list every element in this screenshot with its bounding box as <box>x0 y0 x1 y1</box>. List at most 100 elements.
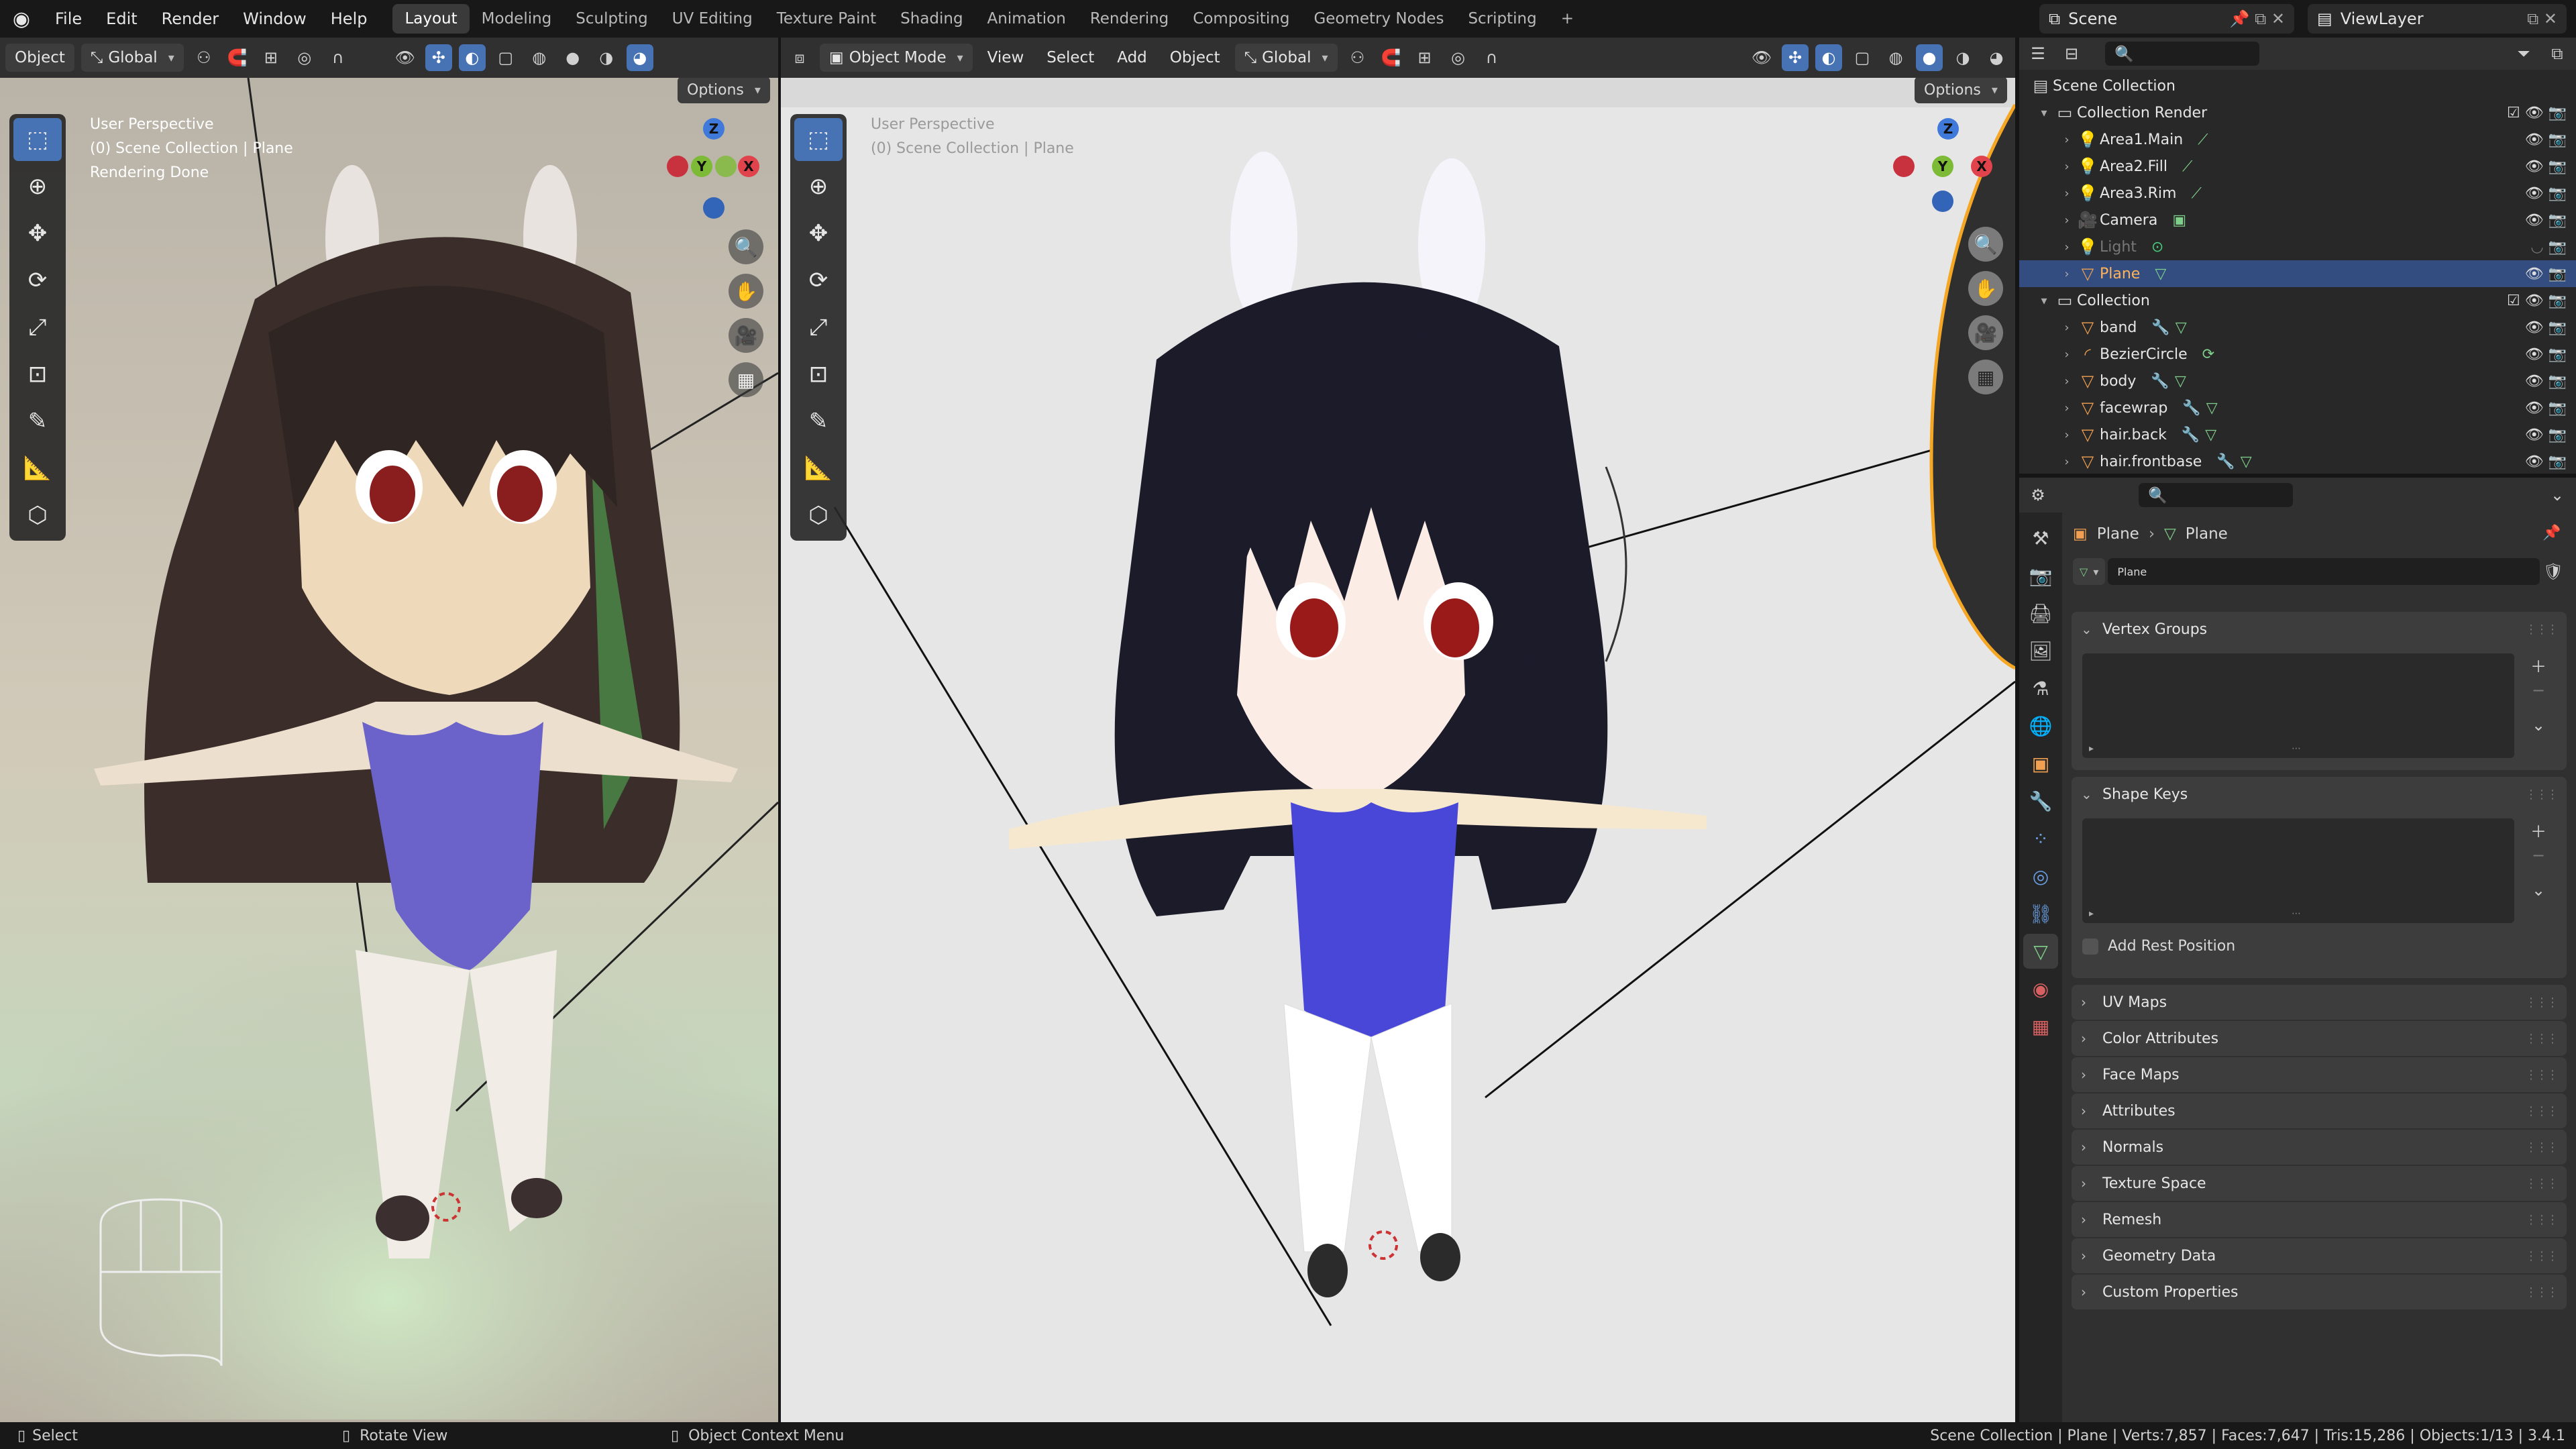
custom-properties-panel[interactable]: › Custom Properties ⋮⋮⋮ <box>2072 1275 2567 1309</box>
menu-edit[interactable]: Edit <box>94 0 149 38</box>
outliner-row-light[interactable]: › 💡 Light ⊙ ◡ 📷 <box>2019 233 2576 260</box>
tool-tab-icon[interactable]: ⚒ <box>2023 521 2058 555</box>
mesh-data-icon[interactable]: ▽ <box>2155 266 2166 282</box>
view-layer-name[interactable]: ViewLayer <box>2341 9 2424 28</box>
tab-geometry-nodes[interactable]: Geometry Nodes <box>1301 4 1456 34</box>
scale-tool-icon[interactable]: ⤢ <box>794 306 843 349</box>
new-collection-icon[interactable]: ⧉ <box>2544 40 2571 67</box>
object-tab-icon[interactable]: ▣ <box>2023 746 2058 781</box>
left-orientation-dropdown[interactable]: ⤡ Global <box>80 44 184 72</box>
list-expand-icon[interactable]: ▸ <box>2089 908 2094 919</box>
transform-tool-icon[interactable]: ⊡ <box>794 353 843 396</box>
scale-tool-icon[interactable]: ⤢ <box>13 306 62 349</box>
row-toggles[interactable]: 👁 📷 <box>2525 212 2567 229</box>
mesh-data-icon[interactable]: ▽ <box>2176 319 2187 336</box>
mesh-data-icon[interactable]: ▽ <box>2241 453 2252 470</box>
annotate-tool-icon[interactable]: ✎ <box>794 400 843 443</box>
tab-compositing[interactable]: Compositing <box>1181 4 1301 34</box>
outliner-row-hair-back[interactable]: › ▽ hair.back 🔧 ▽ 👁 📷 <box>2019 421 2576 448</box>
tab-rendering[interactable]: Rendering <box>1078 4 1181 34</box>
data-tab-icon[interactable]: ▽ <box>2023 934 2058 969</box>
add-icon[interactable]: ＋ <box>2530 818 2546 842</box>
solid-shading-icon[interactable]: ● <box>559 44 586 71</box>
particles-tab-icon[interactable]: ⁘ <box>2023 821 2058 856</box>
cursor-tool-icon[interactable]: ⊕ <box>794 165 843 208</box>
modifier-tab-icon[interactable]: 🔧 <box>2023 784 2058 818</box>
remove-icon[interactable]: − <box>2532 681 2545 700</box>
right-navigation-gizmo[interactable]: Z Y X <box>1892 115 1999 223</box>
remove-icon[interactable]: − <box>2532 846 2545 865</box>
annotate-tool-icon[interactable]: ✎ <box>13 400 62 443</box>
x-axis-icon[interactable]: X <box>738 156 759 177</box>
shape-keys-header[interactable]: ⌄ Shape Keys ⋮⋮⋮ <box>2072 777 2567 812</box>
outliner-row-body[interactable]: › ▽ body 🔧 ▽ 👁 📷 <box>2019 368 2576 394</box>
row-toggles[interactable]: 👁 📷 <box>2525 400 2567 417</box>
xray-icon[interactable]: ▢ <box>492 44 519 71</box>
outliner-row-beziercircle[interactable]: › ◜ BezierCircle ⟳ 👁 📷 <box>2019 341 2576 368</box>
chevron-down-icon[interactable]: ⌄ <box>2544 482 2571 508</box>
row-toggles[interactable]: 👁 📷 <box>2525 373 2567 390</box>
editor-type-icon[interactable]: ⚙ <box>2025 482 2051 508</box>
expand-arrow-icon[interactable]: › <box>2058 455 2076 469</box>
expand-arrow-icon[interactable]: › <box>2058 133 2076 147</box>
rendered-shading-icon[interactable]: ◕ <box>626 44 653 71</box>
mesh-browse-button[interactable]: ▽ ▾ <box>2073 558 2106 585</box>
rendered-shading-icon[interactable]: ◕ <box>1983 44 2010 71</box>
color-attributes-panel[interactable]: › Color Attributes ⋮⋮⋮ <box>2072 1021 2567 1056</box>
row-toggles[interactable]: 👁 📷 <box>2525 427 2567 443</box>
shape-key-list[interactable]: ▸ ⋯ <box>2082 818 2514 923</box>
outliner-row-area1-main[interactable]: › 💡 Area1.Main ⟋ 👁 📷 <box>2019 126 2576 153</box>
row-toggles[interactable]: 👁 📷 <box>2525 319 2567 336</box>
filter-icon[interactable]: ⏷ <box>2510 40 2537 67</box>
outliner-row-camera[interactable]: › 🎥 Camera ▣ 👁 📷 <box>2019 207 2576 233</box>
overlay-toggle-icon[interactable]: ◐ <box>458 44 486 71</box>
right-orientation-dropdown[interactable]: ⤡ Global <box>1234 44 1338 72</box>
expand-arrow-icon[interactable]: › <box>2058 160 2076 174</box>
editor-type-icon[interactable]: ⧈ <box>786 44 813 71</box>
scene-tab-icon[interactable]: ⚗ <box>2023 671 2058 706</box>
normals-panel[interactable]: › Normals ⋮⋮⋮ <box>2072 1130 2567 1165</box>
output-tab-icon[interactable]: 🖨 <box>2023 596 2058 631</box>
menu-add[interactable]: Add <box>1109 49 1155 66</box>
tab-sculpting[interactable]: Sculpting <box>564 4 659 34</box>
expand-arrow-icon[interactable]: ▾ <box>2035 294 2053 308</box>
add-cube-tool-icon[interactable]: ⬡ <box>794 494 843 537</box>
zoom-icon[interactable]: 🔍 <box>1968 227 2003 262</box>
drag-handle-icon[interactable]: ⋮⋮⋮ <box>2525 996 2559 1010</box>
snap-icon[interactable]: 🧲 <box>224 44 251 71</box>
modifier-wrench-icon[interactable]: 🔧 <box>2151 319 2169 336</box>
visibility-icon[interactable]: 👁 <box>1748 44 1775 71</box>
outliner-row-hair-frontbase[interactable]: › ▽ hair.frontbase 🔧 ▽ 👁 📷 <box>2019 448 2576 475</box>
neg-z-axis-icon[interactable] <box>1932 191 1953 212</box>
row-toggles[interactable]: ◡ 📷 <box>2530 239 2567 256</box>
drag-handle-icon[interactable]: ⋮⋮⋮ <box>2525 623 2559 637</box>
wireframe-shading-icon[interactable]: ◍ <box>1882 44 1909 71</box>
left-options-dropdown[interactable]: Options <box>678 78 770 103</box>
outliner-row-collection[interactable]: ▾ ▭ Collection ☑ 👁 📷 <box>2019 287 2576 314</box>
light-data-icon[interactable]: ⟋ <box>2198 131 2208 148</box>
modifier-wrench-icon[interactable]: 🔧 <box>2216 453 2235 470</box>
expand-arrow-icon[interactable]: › <box>2058 401 2076 415</box>
outliner-row-area3-rim[interactable]: › 💡 Area3.Rim ⟋ 👁 📷 <box>2019 180 2576 207</box>
physics-tab-icon[interactable]: ◎ <box>2023 859 2058 894</box>
constraints-tab-icon[interactable]: ⛓ <box>2023 896 2058 931</box>
transform-tool-icon[interactable]: ⊡ <box>13 353 62 396</box>
falloff-icon[interactable]: ∩ <box>1479 44 1505 71</box>
blender-logo-icon[interactable]: ◉ <box>0 0 43 38</box>
zoom-icon[interactable]: 🔍 <box>729 229 763 264</box>
gizmo-toggle-icon[interactable]: ✣ <box>1782 44 1809 71</box>
measure-tool-icon[interactable]: 📐 <box>13 447 62 490</box>
light-data-icon[interactable]: ⟋ <box>2182 158 2192 175</box>
rotate-tool-icon[interactable]: ⟳ <box>13 259 62 302</box>
expand-arrow-icon[interactable]: ▾ <box>2035 106 2053 120</box>
z-axis-icon[interactable]: Z <box>1937 118 1959 140</box>
camera-view-icon[interactable]: 🎥 <box>1968 315 2003 350</box>
outliner-row-scene-collection[interactable]: ▤ Scene Collection <box>2019 72 2576 99</box>
drag-handle-icon[interactable]: ⋮⋮⋮ <box>2525 1140 2559 1155</box>
neg-x-axis-icon[interactable] <box>1893 156 1915 177</box>
cursor-tool-icon[interactable]: ⊕ <box>13 165 62 208</box>
drag-handle-icon[interactable]: ⋮⋮⋮ <box>2525 1104 2559 1118</box>
material-tab-icon[interactable]: ◉ <box>2023 971 2058 1006</box>
add-workspace-button[interactable]: + <box>1549 4 1586 34</box>
xray-icon[interactable]: ▢ <box>1849 44 1876 71</box>
